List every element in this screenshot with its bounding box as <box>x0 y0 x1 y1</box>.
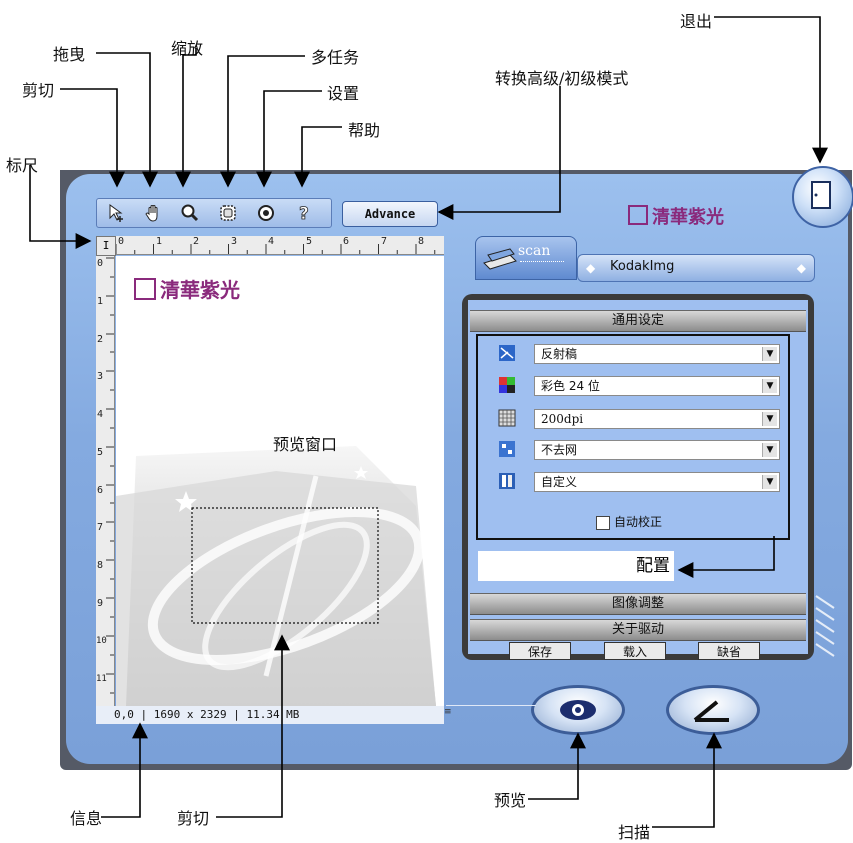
ruler-tick-label: 4 <box>97 409 104 420</box>
color-mode-select[interactable]: 彩色 24 位 ▼ <box>534 376 780 396</box>
tab-scan-label: scan <box>518 243 551 259</box>
auto-correct-label: 自动校正 <box>614 515 663 529</box>
scan-button[interactable] <box>666 685 760 735</box>
ruler-tick-label: 11 <box>96 674 107 684</box>
preview-window[interactable]: 清華紫光 <box>116 256 444 706</box>
exit-button[interactable] <box>792 166 853 228</box>
ruler-tick-label: 3 <box>97 371 104 382</box>
brand-logo: 清華紫光 <box>628 203 724 229</box>
callout-scan: 扫描 <box>618 823 651 842</box>
document-type-icon <box>498 344 516 362</box>
ruler-tick-label: 5 <box>97 447 104 458</box>
svg-text:?: ? <box>299 204 309 223</box>
ruler-tick-label: 5 <box>306 236 313 247</box>
mode-switch-button[interactable]: Advance <box>342 201 438 227</box>
ruler-tick-label: 6 <box>343 236 350 247</box>
callout-crop-top: 剪切 <box>22 81 55 100</box>
hand-icon[interactable] <box>141 201 167 225</box>
callout-preview: 预览 <box>494 791 527 810</box>
color-mode-icon <box>498 376 516 394</box>
ruler-tick-label: 4 <box>268 236 275 247</box>
size-select[interactable]: 自定义 ▼ <box>534 472 780 492</box>
ruler-tick-label: 8 <box>97 560 104 571</box>
callout-zoom: 缩放 <box>171 39 204 58</box>
tab-scan[interactable]: scan <box>475 236 577 280</box>
horizontal-ruler: 0 1 2 3 4 5 6 7 8 <box>116 236 444 255</box>
ruler-tick-label: 7 <box>381 236 388 247</box>
ruler-tick-label: 10 <box>96 636 107 646</box>
callout-info: 信息 <box>70 809 103 828</box>
ruler-tick-label: 3 <box>231 236 238 247</box>
preview-button[interactable] <box>531 685 625 735</box>
toolbar: ? <box>96 198 332 228</box>
info-bar: 0,0 | 1690 x 2329 | 11.34 MB <box>96 706 444 724</box>
scanner-icon <box>483 248 517 270</box>
callout-preview-window: 预览窗口 <box>273 435 338 454</box>
callout-settings: 设置 <box>327 84 360 103</box>
callout-crop-bottom: 剪切 <box>177 809 210 828</box>
document-type-select[interactable]: 反射稿 ▼ <box>534 344 780 364</box>
about-driver-header[interactable]: 关于驱动 <box>470 619 806 641</box>
chevron-down-icon: ▼ <box>762 475 777 489</box>
ruler-tick-label: 0 <box>118 236 125 247</box>
multitask-icon[interactable] <box>215 201 241 225</box>
size-icon <box>498 472 516 490</box>
prev-arrow-icon[interactable]: ◆ <box>586 261 595 275</box>
config-callout-label: 配置 <box>478 551 674 581</box>
ruler-tick-label: 2 <box>193 236 200 247</box>
callout-exit: 退出 <box>680 12 713 31</box>
driver-tab-bar[interactable]: ◆ KodakImg ◆ <box>577 254 815 282</box>
ruler-tick-label: 1 <box>97 296 104 307</box>
gear-icon[interactable] <box>253 201 279 225</box>
ruler-tick-label: 7 <box>97 522 104 533</box>
callout-ruler: 标尺 <box>6 156 39 175</box>
save-button[interactable]: 保存 <box>509 642 571 660</box>
ruler-tick-label: 6 <box>97 485 104 496</box>
driver-name: KodakImg <box>610 259 675 274</box>
help-icon[interactable]: ? <box>291 201 317 225</box>
grip-icon: ≡ <box>444 707 452 717</box>
eye-icon <box>560 700 596 720</box>
callout-multitask: 多任务 <box>311 48 360 67</box>
callout-help: 帮助 <box>348 121 381 140</box>
vertical-ruler: 0 1 2 3 4 5 6 7 8 9 10 11 <box>96 256 115 706</box>
crop-icon[interactable] <box>103 201 129 225</box>
default-button[interactable]: 缺省 <box>698 642 760 660</box>
auto-correct-checkbox[interactable] <box>596 516 610 530</box>
config-outline <box>476 334 790 540</box>
preview-image <box>116 446 436 706</box>
chevron-down-icon: ▼ <box>762 443 777 457</box>
ruler-corner[interactable]: I <box>96 236 116 256</box>
resolution-icon <box>498 409 516 427</box>
chevron-down-icon: ▼ <box>762 379 777 393</box>
preview-brand-logo: 清華紫光 <box>134 274 240 303</box>
ruler-tick-label: 8 <box>418 236 425 247</box>
callout-mode-switch: 转换高级/初级模式 <box>495 69 629 88</box>
chevron-down-icon: ▼ <box>762 412 777 426</box>
general-settings-header[interactable]: 通用设定 <box>470 310 806 332</box>
ruler-tick-label: 0 <box>97 258 104 269</box>
callout-drag: 拖曳 <box>53 45 86 64</box>
magnifier-icon[interactable] <box>177 201 203 225</box>
chevron-down-icon: ▼ <box>762 347 777 361</box>
load-button[interactable]: 载入 <box>604 642 666 660</box>
next-arrow-icon[interactable]: ◆ <box>797 261 806 275</box>
descreen-icon <box>498 440 516 458</box>
connector-line <box>446 705 536 706</box>
image-adjust-header[interactable]: 图像调整 <box>470 593 806 615</box>
ruler-tick-label: 1 <box>156 236 163 247</box>
panel-stripes <box>815 595 835 657</box>
scan-icon <box>693 700 729 722</box>
ruler-tick-label: 9 <box>97 598 104 609</box>
descreen-select[interactable]: 不去网 ▼ <box>534 440 780 460</box>
ruler-tick-label: 2 <box>97 334 104 345</box>
resolution-select[interactable]: 200dpi ▼ <box>534 409 780 429</box>
